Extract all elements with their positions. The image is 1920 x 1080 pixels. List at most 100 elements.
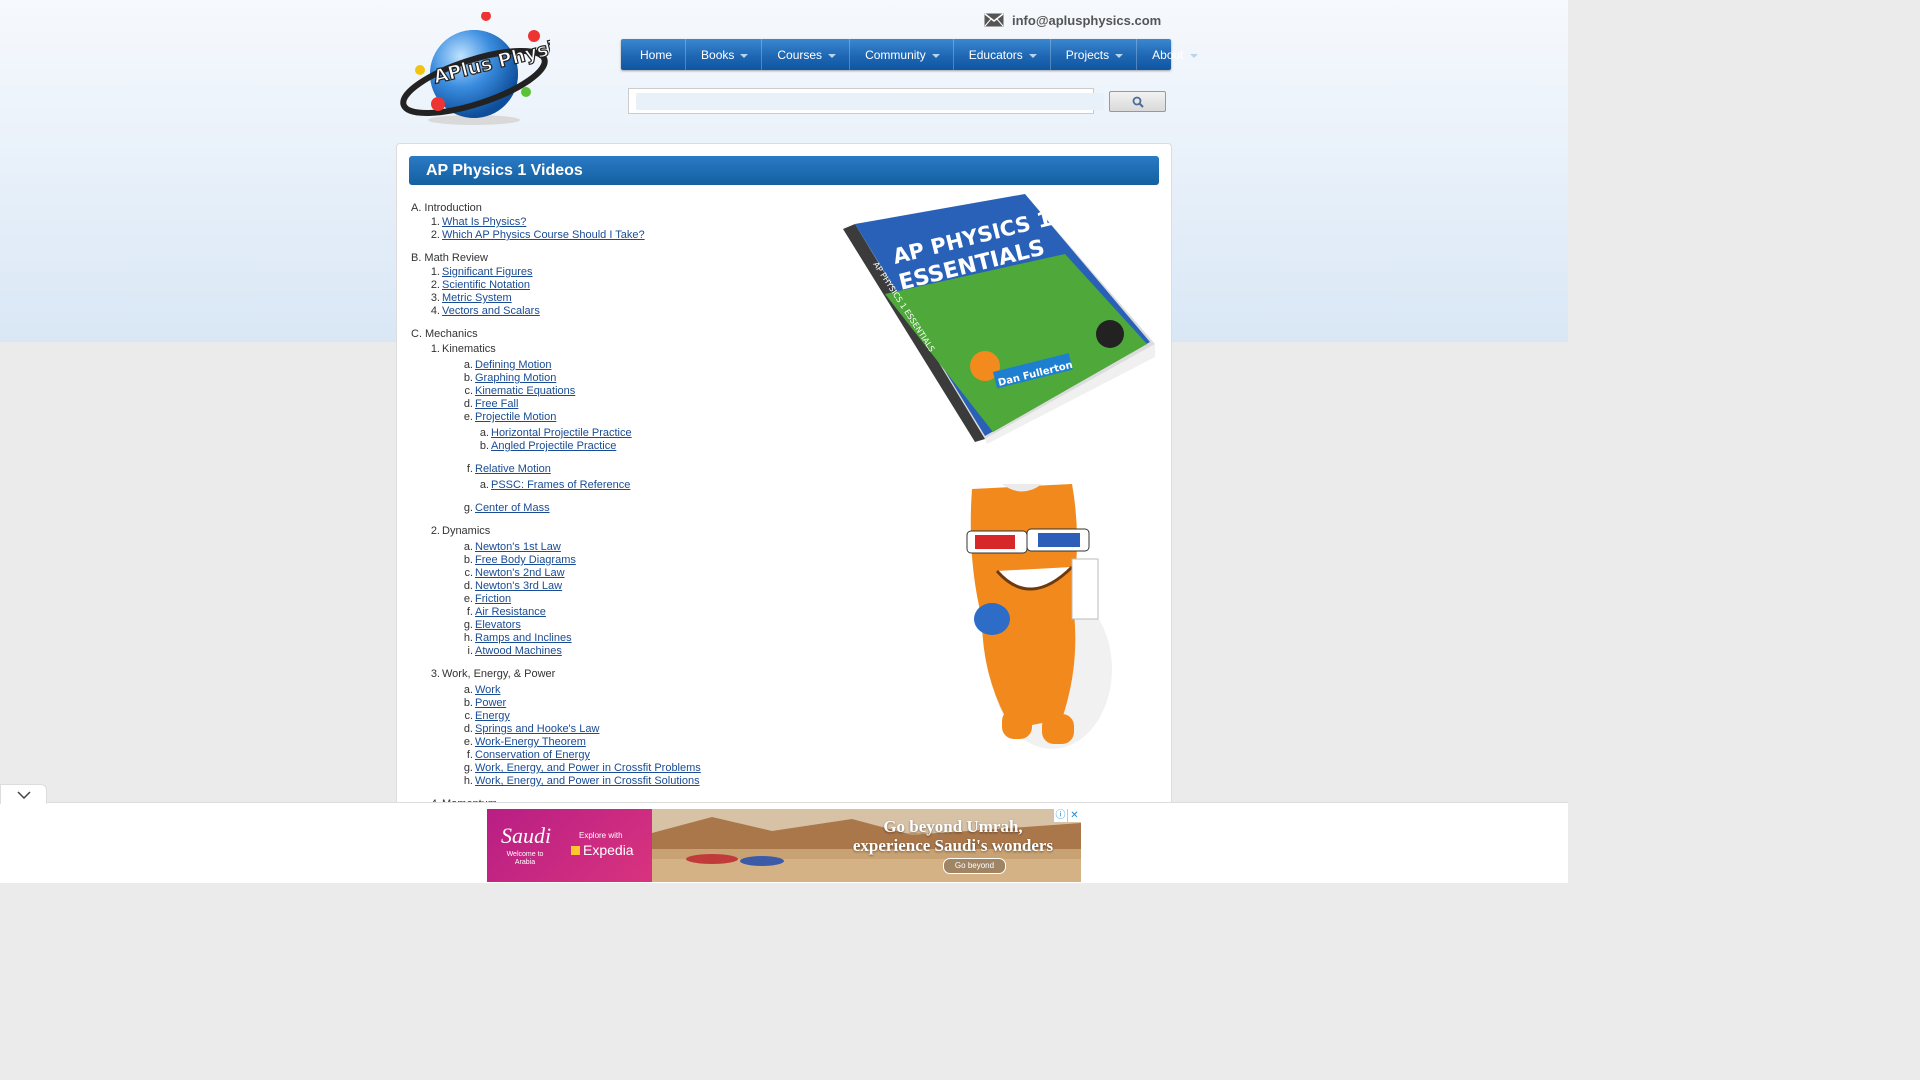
video-link[interactable]: Air Resistance — [475, 606, 546, 618]
video-link[interactable]: Newton's 3rd Law — [475, 580, 562, 592]
list-item: a. Newton's 1st Law — [464, 541, 831, 554]
dropdown-caret-icon — [1115, 54, 1124, 58]
video-link[interactable]: What Is Physics? — [442, 216, 526, 228]
list-item: d. Newton's 3rd Law — [464, 580, 831, 593]
chevron-down-icon — [16, 790, 31, 799]
video-link[interactable]: Energy — [475, 710, 510, 722]
nav-item-about[interactable]: About — [1137, 39, 1210, 70]
list-marker: 2. — [430, 279, 440, 291]
dropdown-caret-icon — [828, 54, 837, 58]
video-link[interactable]: Vectors and Scalars — [442, 305, 540, 317]
list-marker: e. — [463, 593, 473, 605]
list-item: b. Angled Projectile Practice — [480, 440, 831, 453]
ad-cta-button[interactable]: Go beyond — [943, 858, 1006, 874]
contact-email[interactable]: info@aplusphysics.com — [984, 11, 1161, 29]
list-marker: b. — [463, 554, 473, 566]
nav-item-courses[interactable]: Courses — [762, 39, 851, 70]
book-cover-image[interactable]: AP PHYSICS 1 ESSENTIALS AP PHYSICS 1 ESS… — [825, 194, 1155, 444]
video-link[interactable]: Projectile Motion — [475, 411, 556, 423]
video-link[interactable]: Work, Energy, and Power in Crossfit Prob… — [475, 762, 701, 774]
search-input[interactable] — [636, 93, 1104, 110]
video-link[interactable]: Defining Motion — [475, 359, 551, 371]
video-link[interactable]: Metric System — [442, 292, 512, 304]
page-title: AP Physics 1 Videos — [409, 156, 1159, 185]
list-item: e. Projectile Motion a. Horizontal Projecti… — [464, 411, 831, 453]
video-link[interactable]: Springs and Hooke's Law — [475, 723, 599, 735]
ad-info-icon[interactable]: ⓘ — [1054, 809, 1067, 822]
nav-item-community[interactable]: Community — [850, 39, 954, 70]
advertisement-banner[interactable]: Saudi Welcome to Arabia Explore with Exp… — [487, 809, 1081, 882]
dropdown-caret-icon — [1189, 54, 1198, 58]
video-link[interactable]: Graphing Motion — [475, 372, 556, 384]
list-marker: c. — [464, 385, 473, 397]
video-link[interactable]: Free Body Diagrams — [475, 554, 576, 566]
video-link[interactable]: Newton's 1st Law — [475, 541, 561, 553]
ad-close-icon[interactable]: ✕ — [1068, 809, 1081, 822]
list-item: d. Springs and Hooke's Law — [464, 723, 831, 736]
list-marker: d. — [463, 580, 473, 592]
video-link[interactable]: Significant Figures — [442, 266, 533, 278]
video-link[interactable]: Center of Mass — [475, 502, 550, 514]
site-logo[interactable]: APlus Physics — [398, 12, 550, 127]
video-link[interactable]: Friction — [475, 593, 511, 605]
video-link[interactable]: Relative Motion — [475, 463, 551, 475]
list-item: e. Friction — [464, 593, 831, 606]
section-title: Introduction — [424, 202, 482, 214]
video-link[interactable]: Elevators — [475, 619, 521, 631]
list-marker: 3. — [430, 668, 440, 680]
nav-item-label: Home — [640, 47, 673, 62]
list-marker: 3. — [430, 292, 440, 304]
search-button[interactable] — [1109, 91, 1166, 112]
video-link[interactable]: Horizontal Projectile Practice — [491, 427, 632, 439]
list-item: f. Conservation of Energy — [467, 749, 831, 762]
list-marker: i. — [467, 645, 474, 657]
video-link[interactable]: Work-Energy Theorem — [475, 736, 586, 748]
lesson-list: a. Newton's 1st Law b. Free Body Diagrams c.… — [442, 541, 831, 658]
list-item: 2. Scientific Notation — [431, 279, 831, 292]
outline-section: B. Math Review 1. Significant Figures 2. Scie… — [411, 251, 831, 318]
nav-item-projects[interactable]: Projects — [1051, 39, 1138, 70]
list-marker: g. — [463, 502, 473, 514]
video-link[interactable]: PSSC: Frames of Reference — [491, 479, 630, 491]
topic-heading: 1. Kinematics — [431, 342, 831, 357]
video-link[interactable]: Work, Energy, and Power in Crossfit Solu… — [475, 775, 700, 787]
video-link[interactable]: Conservation of Energy — [475, 749, 590, 761]
video-link[interactable]: Ramps and Inclines — [475, 632, 572, 644]
video-link[interactable]: Which AP Physics Course Should I Take? — [442, 229, 645, 241]
nav-item-home[interactable]: Home — [625, 39, 687, 70]
list-marker: c. — [464, 567, 473, 579]
video-outline: A. Introduction 1. What Is Physics? 2. Which … — [411, 201, 831, 821]
list-item: 1. Significant Figures — [431, 266, 831, 279]
video-link[interactable]: Angled Projectile Practice — [491, 440, 616, 452]
nav-item-books[interactable]: Books — [686, 39, 763, 70]
video-link[interactable]: Scientific Notation — [442, 279, 530, 291]
video-link[interactable]: Atwood Machines — [475, 645, 562, 657]
list-marker: a. — [463, 684, 473, 696]
section-marker: A. — [411, 202, 422, 214]
list-item: 4. Vectors and Scalars — [431, 305, 831, 318]
video-link[interactable]: Power — [475, 697, 506, 709]
ad-partner-name: Expedia — [583, 842, 634, 858]
collapse-ad-button[interactable] — [0, 784, 47, 804]
list-marker: a. — [479, 479, 489, 491]
nav-item-label: Community — [865, 47, 926, 62]
section-heading: B. Math Review — [411, 251, 831, 266]
list-marker: b. — [479, 440, 489, 452]
nav-item-label: Educators — [968, 47, 1023, 62]
list-item: i. Atwood Machines — [468, 645, 831, 658]
expedia-icon — [571, 845, 580, 855]
nav-item-educators[interactable]: Educators — [954, 39, 1051, 70]
list-item: h. Work, Energy, and Power in Crossfit So… — [464, 775, 831, 788]
email-link[interactable]: info@aplusphysics.com — [1012, 13, 1161, 28]
list-item: f. Relative Motion a. PSSC: Frames of Refer… — [467, 463, 831, 492]
list-marker: c. — [464, 710, 473, 722]
video-link[interactable]: Kinematic Equations — [475, 385, 575, 397]
list-item: h. Ramps and Inclines — [464, 632, 831, 645]
video-link[interactable]: Work — [475, 684, 500, 696]
list-marker: g. — [463, 619, 473, 631]
dropdown-caret-icon — [931, 54, 940, 58]
section-marker: C. — [411, 328, 422, 340]
video-link[interactable]: Free Fall — [475, 398, 518, 410]
list-marker: f. — [466, 463, 473, 475]
video-link[interactable]: Newton's 2nd Law — [475, 567, 565, 579]
